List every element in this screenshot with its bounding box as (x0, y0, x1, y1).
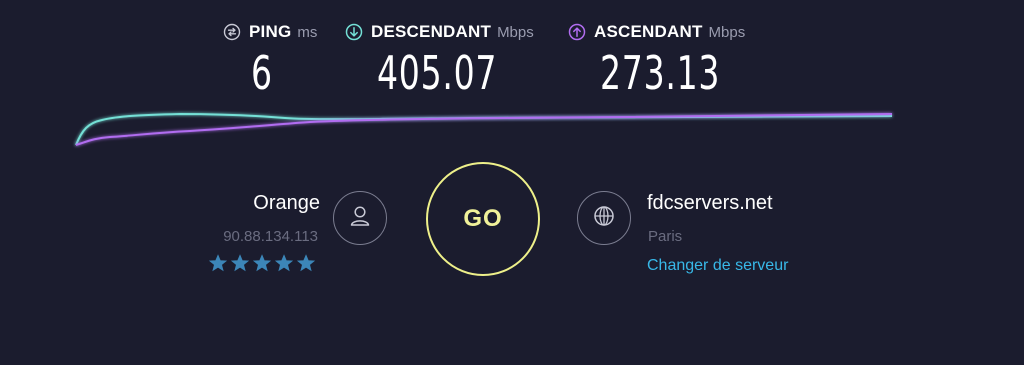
star-icon[interactable] (297, 254, 315, 272)
star-icon[interactable] (275, 254, 293, 272)
upload-header: ASCENDANT Mbps (568, 20, 778, 44)
ping-unit: ms (297, 23, 318, 41)
upload-arrow-icon (568, 23, 586, 41)
ping-metric: PING ms 6 (223, 20, 333, 110)
upload-graph-line (75, 113, 893, 146)
star-icon[interactable] (209, 254, 227, 272)
ping-value: 6 (251, 46, 273, 100)
change-server-link[interactable]: Changer de serveur (647, 257, 788, 275)
upload-label: ASCENDANT (594, 22, 703, 41)
download-label: DESCENDANT (371, 22, 492, 41)
upload-unit: Mbps (708, 23, 746, 41)
isp-user-button[interactable] (333, 191, 387, 245)
ping-header: PING ms (223, 20, 333, 44)
upload-metric: ASCENDANT Mbps 273.13 (568, 20, 778, 110)
server-name: fdcservers.net (647, 192, 773, 214)
star-icon[interactable] (253, 254, 271, 272)
ping-label: PING (249, 22, 292, 41)
download-value: 405.07 (377, 46, 498, 100)
ping-icon (223, 23, 241, 41)
globe-icon (591, 203, 617, 234)
speedtest-panel: PING ms 6 DESCENDANT Mbps 405.07 ASCENDA… (0, 0, 1024, 365)
download-arrow-icon (345, 23, 363, 41)
upload-value: 273.13 (600, 46, 721, 100)
isp-name: Orange (253, 192, 320, 214)
download-unit: Mbps (497, 23, 534, 41)
download-metric: DESCENDANT Mbps 405.07 (345, 20, 555, 110)
isp-ip-address: 90.88.134.113 (223, 228, 318, 245)
user-icon (347, 203, 373, 234)
star-icon[interactable] (231, 254, 249, 272)
isp-rating[interactable] (209, 254, 315, 272)
go-button[interactable]: GO (426, 162, 540, 276)
speed-graph (75, 112, 893, 146)
download-header: DESCENDANT Mbps (345, 20, 555, 44)
server-globe-button[interactable] (577, 191, 631, 245)
server-city: Paris (648, 228, 683, 245)
